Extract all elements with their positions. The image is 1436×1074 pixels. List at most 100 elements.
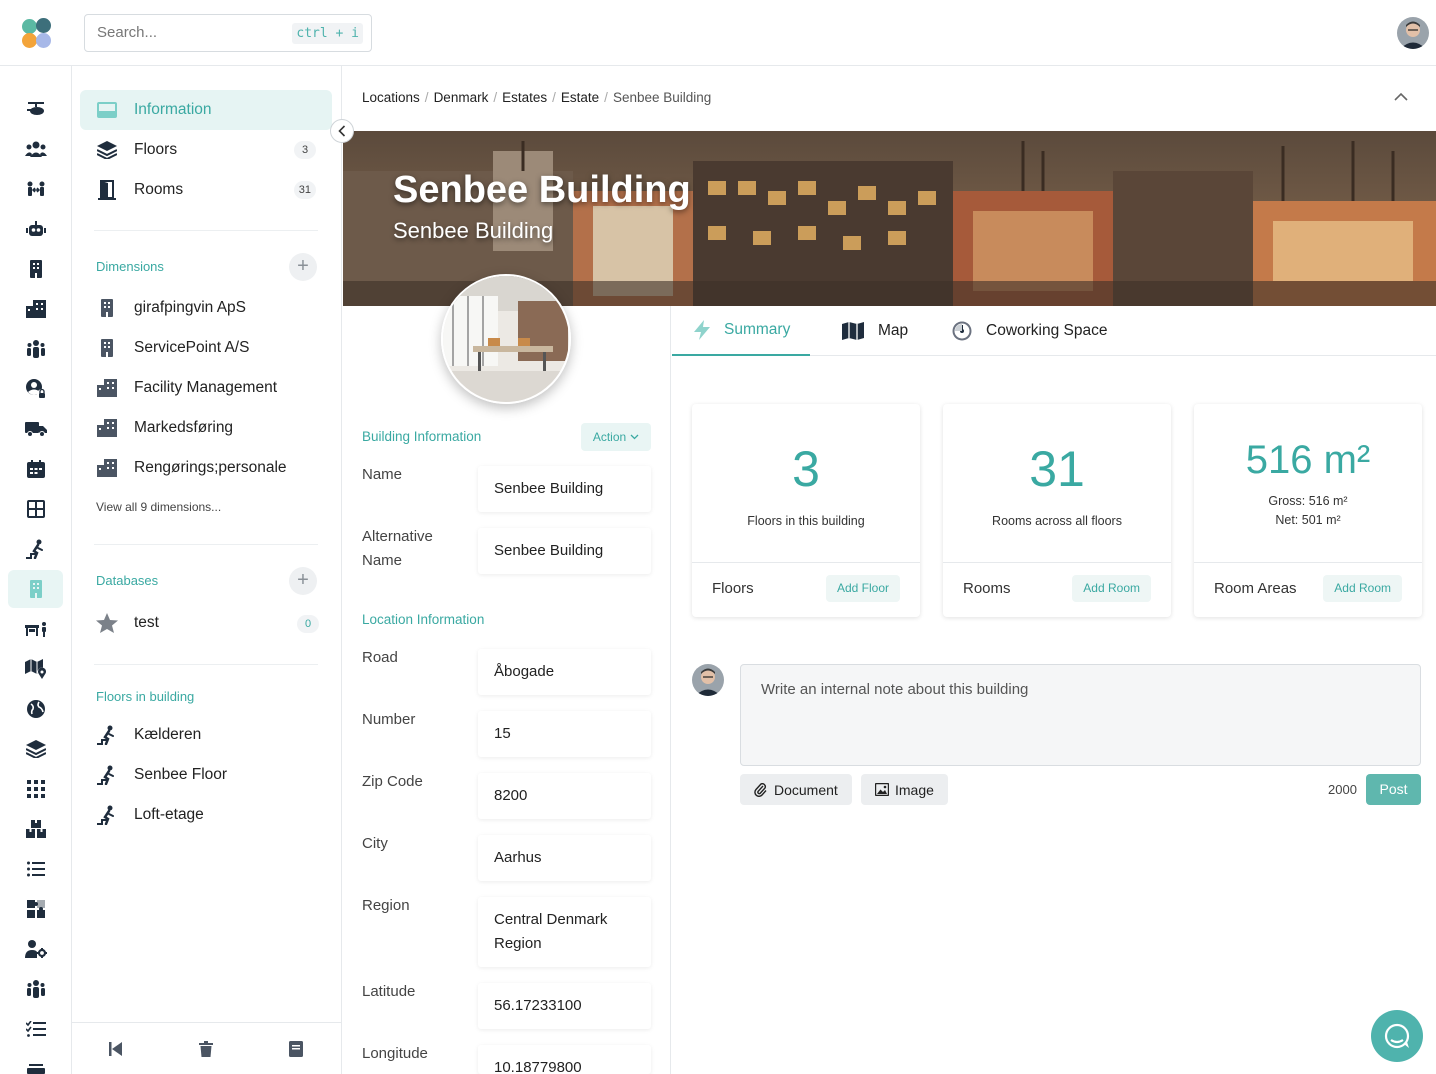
paperclip-icon <box>754 782 767 797</box>
region-label: Region <box>362 897 410 914</box>
floor-item[interactable]: Loft-etage <box>96 802 204 828</box>
users-icon[interactable] <box>8 130 63 168</box>
truck-icon[interactable] <box>8 410 63 448</box>
group-icon[interactable] <box>8 330 63 368</box>
nav-rooms[interactable]: Rooms 31 <box>80 170 332 210</box>
name-value[interactable]: Senbee Building <box>478 466 651 512</box>
city-value[interactable]: Aarhus <box>478 835 651 881</box>
building-information-title: Building Information <box>362 429 482 444</box>
tab-summary[interactable]: Summary <box>672 306 811 356</box>
breadcrumb-estate[interactable]: Estate <box>561 90 599 105</box>
breadcrumb-denmark[interactable]: Denmark <box>434 90 489 105</box>
road-value[interactable]: Åbogade <box>478 649 651 695</box>
chat-button[interactable] <box>1371 1010 1423 1062</box>
dimension-item[interactable]: Facility Management <box>96 375 277 401</box>
more-icon[interactable] <box>8 1050 63 1074</box>
room-area-total: 516 m² <box>1245 438 1371 482</box>
floor-item[interactable]: Kælderen <box>96 722 201 748</box>
region-value[interactable]: Central Denmark Region <box>478 897 651 967</box>
user-cog-icon[interactable] <box>8 930 63 968</box>
room-areas-card: 516 m² Gross: 516 m² Net: 501 m² Room Ar… <box>1194 404 1422 617</box>
breadcrumb-locations[interactable]: Locations <box>362 90 420 105</box>
building-icon[interactable] <box>8 250 63 288</box>
dimension-label: Markedsføring <box>134 419 234 436</box>
attach-document-button[interactable]: Document <box>740 774 852 805</box>
layers-icon[interactable] <box>8 730 63 768</box>
stairs-icon <box>96 765 118 785</box>
city-icon[interactable] <box>8 290 63 328</box>
view-all-dimensions-link[interactable]: View all 9 dimensions... <box>96 500 221 514</box>
zip-value[interactable]: 8200 <box>478 773 651 819</box>
note-box <box>740 664 1421 766</box>
dimension-item[interactable]: Rengørings;personale <box>96 455 287 481</box>
add-floor-button[interactable]: Add Floor <box>825 575 900 602</box>
dimension-item[interactable]: girafpingvin ApS <box>96 295 246 321</box>
dimension-item[interactable]: Markedsføring <box>96 415 233 441</box>
note-char-count: 2000 <box>1328 782 1357 797</box>
user-avatar[interactable] <box>1397 17 1429 49</box>
app-logo[interactable] <box>20 17 54 51</box>
calendar-icon[interactable] <box>8 450 63 488</box>
rooms-count-badge: 31 <box>293 181 316 199</box>
longitude-value[interactable]: 10.18779800 <box>478 1045 651 1074</box>
robot-icon[interactable] <box>8 210 63 248</box>
post-note-button[interactable]: Post <box>1366 774 1421 805</box>
building-active-icon[interactable] <box>8 570 63 608</box>
gauge-icon <box>952 321 972 341</box>
grid-dots-icon[interactable] <box>8 770 63 808</box>
gross-area: Gross: 516 m² <box>1268 494 1348 508</box>
add-room-area-button[interactable]: Add Room <box>1323 575 1402 602</box>
stairs-icon <box>96 725 118 745</box>
map-pin-icon[interactable] <box>8 650 63 688</box>
tab-map[interactable]: Map <box>842 306 908 356</box>
skip-back-icon[interactable] <box>109 1041 123 1061</box>
number-value[interactable]: 15 <box>478 711 651 757</box>
layers-icon <box>96 139 118 161</box>
note-user-avatar <box>692 664 724 696</box>
nav-label: Information <box>134 101 212 118</box>
user-lock-icon[interactable] <box>8 370 63 408</box>
desk-icon[interactable] <box>8 610 63 648</box>
helicopter-icon[interactable] <box>8 90 63 128</box>
office-image <box>443 276 569 402</box>
database-item[interactable]: test <box>96 610 159 636</box>
collapse-panel-button[interactable] <box>330 119 354 143</box>
chevron-up-icon[interactable] <box>1392 88 1410 110</box>
people-arrows-icon[interactable] <box>8 170 63 208</box>
team-icon[interactable] <box>8 970 63 1008</box>
notebook-icon[interactable] <box>289 1041 303 1061</box>
search-input[interactable] <box>97 24 287 41</box>
tab-coworking[interactable]: Coworking Space <box>952 306 1107 356</box>
dimension-item[interactable]: ServicePoint A/S <box>96 335 249 361</box>
floor-label: Kælderen <box>134 726 202 743</box>
add-room-button[interactable]: Add Room <box>1072 575 1151 602</box>
alt-name-value[interactable]: Senbee Building <box>478 528 651 574</box>
trash-icon[interactable] <box>199 1041 213 1061</box>
list-icon[interactable] <box>8 850 63 888</box>
nav-information[interactable]: Information <box>80 90 332 130</box>
search-box[interactable]: ctrl + i <box>84 14 372 52</box>
floors-footer-label: Floors <box>712 580 754 597</box>
note-input[interactable] <box>761 681 1401 751</box>
search-shortcut: ctrl + i <box>292 23 363 44</box>
add-dimension-button[interactable]: + <box>289 253 317 281</box>
room-areas-footer-label: Room Areas <box>1214 580 1297 597</box>
puzzle-icon[interactable] <box>8 890 63 928</box>
add-database-button[interactable]: + <box>289 567 317 595</box>
breadcrumb-estates[interactable]: Estates <box>502 90 547 105</box>
boxes-icon[interactable] <box>8 810 63 848</box>
stairs-icon[interactable] <box>8 530 63 568</box>
globe-icon[interactable] <box>8 690 63 728</box>
action-dropdown-button[interactable]: Action <box>581 423 651 451</box>
nav-floors[interactable]: Floors 3 <box>80 130 332 170</box>
attach-image-button[interactable]: Image <box>861 774 948 805</box>
checklist-icon[interactable] <box>8 1010 63 1048</box>
floor-item[interactable]: Senbee Floor <box>96 762 227 788</box>
latitude-value[interactable]: 56.17233100 <box>478 983 651 1029</box>
building-tabs: Summary Map Coworking Space <box>672 306 1436 356</box>
floorplan-icon[interactable] <box>8 490 63 528</box>
building-icon <box>96 339 118 357</box>
floors-desc: Floors in this building <box>747 514 865 528</box>
building-photo[interactable] <box>441 274 571 404</box>
rooms-footer-label: Rooms <box>963 580 1011 597</box>
